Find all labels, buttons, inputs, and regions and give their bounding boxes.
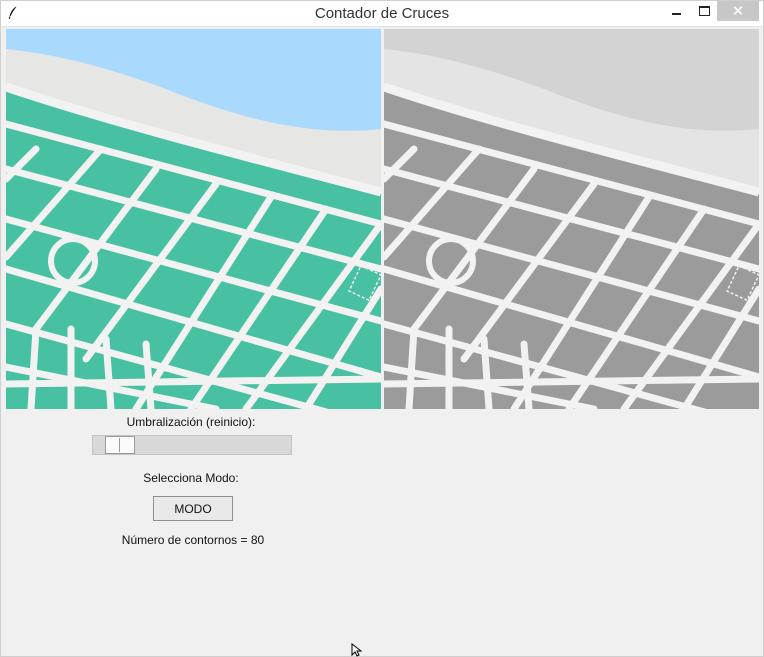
mode-label: Selecciona Modo: (143, 471, 239, 485)
street-line (6, 375, 381, 388)
street-line (384, 375, 759, 388)
threshold-slider[interactable] (92, 435, 292, 455)
processed-map-image (384, 29, 759, 409)
street-line (142, 340, 155, 409)
threshold-slider-thumb[interactable] (105, 436, 135, 454)
app-window: Contador de Cruces ✕ Umbralización (rein… (0, 0, 764, 657)
close-button[interactable]: ✕ (717, 1, 759, 21)
street-line (520, 340, 533, 409)
maximize-icon (698, 6, 710, 16)
street-line (27, 325, 40, 409)
map-canvas-grayscale (384, 29, 759, 409)
title-bar[interactable]: Contador de Cruces ✕ (1, 1, 763, 27)
window-title: Contador de Cruces (314, 5, 450, 22)
minimize-icon (671, 13, 681, 15)
contour-count-label: Número de contornos = 80 (121, 533, 265, 547)
street-line (480, 335, 493, 409)
threshold-label: Umbralización (reinicio): (126, 415, 256, 429)
mode-button[interactable]: MODO (153, 496, 233, 521)
street-line (405, 325, 418, 409)
maximize-button[interactable] (689, 1, 719, 21)
original-map-image (6, 29, 381, 409)
close-icon: ✕ (731, 2, 745, 20)
minimize-button[interactable] (661, 1, 691, 21)
map-canvas-original (6, 29, 381, 409)
street-line (102, 335, 115, 409)
mouse-cursor-icon (351, 643, 363, 657)
